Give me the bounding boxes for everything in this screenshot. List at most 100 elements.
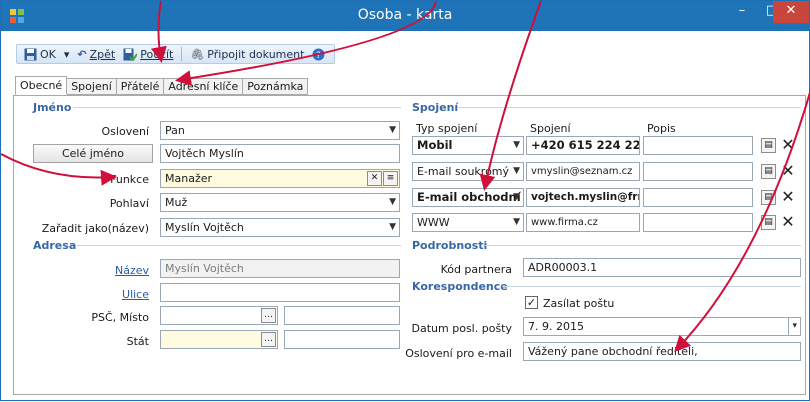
- chevron-down-icon: ▼: [513, 217, 520, 227]
- contact-type-value: E-mail soukromý: [417, 165, 510, 178]
- list-picker-icon[interactable]: ≡: [383, 171, 398, 186]
- ulice-link[interactable]: Ulice: [122, 288, 149, 301]
- back-label: Zpět: [89, 47, 116, 61]
- chevron-down-icon: ▾: [788, 318, 797, 335]
- contact-type-value: WWW: [417, 216, 450, 229]
- delete-icon[interactable]: ✕: [780, 189, 796, 206]
- contact-value-field[interactable]: vojtech.myslin@frm.: [526, 188, 640, 207]
- tab-pratele[interactable]: Přátelé: [116, 78, 165, 95]
- contact-popis-field[interactable]: [643, 188, 753, 207]
- delete-icon[interactable]: ✕: [780, 163, 796, 180]
- section-adresa-heading: Adresa: [33, 239, 77, 252]
- minimize-button[interactable]: –: [727, 1, 757, 23]
- apply-button[interactable]: Použít: [120, 45, 176, 63]
- stat-label: Stát: [126, 335, 149, 348]
- contact-value-field[interactable]: www.firma.cz: [526, 213, 640, 232]
- pohlavi-value: Muž: [165, 196, 188, 209]
- attach-document-label: Připojit dokument: [207, 47, 305, 61]
- delete-icon[interactable]: ✕: [780, 137, 796, 154]
- full-name-button[interactable]: Celé jméno: [33, 144, 153, 163]
- contact-type-value: Mobil: [417, 138, 453, 152]
- section-podrobnosti-heading: Podrobnosti: [412, 239, 488, 252]
- chevron-down-icon: ▾: [63, 47, 70, 61]
- svg-text:?: ?: [317, 51, 322, 61]
- osloveni-email-label: Oslovení pro e-mail: [405, 347, 512, 360]
- full-name-field[interactable]: Vojtěch Myslín: [160, 144, 400, 163]
- contact-type-value: E-mail obchodní: [417, 190, 521, 204]
- kod-partnera-label: Kód partnera: [440, 263, 512, 276]
- title-bar: Osoba - karta – □ ✕: [1, 1, 809, 31]
- close-button[interactable]: ✕: [773, 1, 809, 23]
- zaradit-select[interactable]: Myslín Vojtěch ▼: [160, 218, 400, 237]
- back-button[interactable]: ↶ Zpět: [74, 45, 118, 63]
- kod-partnera-field[interactable]: ADR00003.1: [523, 258, 801, 277]
- contact-detail-icon[interactable]: ▤: [761, 215, 776, 230]
- chevron-down-icon: ▼: [389, 222, 396, 232]
- contact-detail-icon[interactable]: ▤: [761, 138, 776, 153]
- delete-icon[interactable]: ✕: [780, 214, 796, 231]
- contact-value-field[interactable]: +420 615 224 225: [526, 136, 640, 155]
- contact-type-select[interactable]: Mobil ▼: [412, 136, 524, 155]
- tab-obecne[interactable]: Obecné: [15, 76, 68, 95]
- tab-adresni-klice[interactable]: Adresní klíče: [164, 78, 244, 95]
- help-button[interactable]: ?: [309, 45, 328, 63]
- osloveni-value: Pan: [165, 124, 185, 137]
- psc-misto-label: PSČ, Místo: [91, 311, 149, 324]
- col-spojeni-header: Spojení: [530, 122, 571, 135]
- section-divider: [77, 245, 401, 246]
- contact-popis-field[interactable]: [643, 162, 753, 181]
- section-divider: [485, 245, 801, 246]
- chevron-down-icon: ▼: [513, 192, 520, 202]
- ellipsis-icon[interactable]: …: [261, 332, 276, 347]
- ok-button[interactable]: OK: [21, 45, 59, 63]
- clear-icon[interactable]: ✕: [367, 171, 382, 186]
- pohlavi-label: Pohlaví: [109, 197, 149, 210]
- ok-label: OK: [40, 47, 56, 61]
- osloveni-label: Oslovení: [101, 125, 149, 138]
- contact-type-select[interactable]: WWW ▼: [412, 213, 524, 232]
- contact-detail-icon[interactable]: ▤: [761, 190, 776, 205]
- funkce-label: Funkce: [110, 173, 149, 186]
- contact-type-select[interactable]: E-mail soukromý ▼: [412, 162, 524, 181]
- window-title: Osoba - karta: [357, 7, 453, 23]
- ellipsis-icon[interactable]: …: [261, 308, 276, 323]
- zasilat-postu-checkbox[interactable]: ✓: [525, 296, 538, 309]
- contact-detail-icon[interactable]: ▤: [761, 164, 776, 179]
- nazev-field[interactable]: Myslín Vojtěch: [160, 259, 400, 278]
- contact-popis-field[interactable]: [643, 136, 753, 155]
- datum-value: 7. 9. 2015: [528, 320, 584, 333]
- funkce-value: Manažer: [165, 172, 213, 185]
- osloveni-email-field[interactable]: Vážený pane obchodní řediteli,: [523, 342, 801, 361]
- pohlavi-select[interactable]: Muž ▼: [160, 193, 400, 212]
- funkce-field[interactable]: Manažer: [160, 169, 400, 188]
- tab-spojeni[interactable]: Spojení: [67, 78, 117, 95]
- person-card-window: Osoba - karta – □ ✕ OK ▾ ↶ Zpět Použít 🖇…: [0, 0, 810, 401]
- contact-popis-field[interactable]: [643, 213, 753, 232]
- nazev-link[interactable]: Název: [115, 264, 149, 277]
- ulice-field[interactable]: [160, 283, 400, 302]
- datum-posl-posty-select[interactable]: 7. 9. 2015 ▾: [523, 317, 801, 336]
- undo-icon: ↶: [77, 47, 87, 61]
- datum-posl-posty-label: Datum posl. pošty: [411, 322, 512, 335]
- zaradit-label: Zařadit jako(název): [41, 222, 149, 235]
- attach-document-button[interactable]: 🖇 Připojit dokument: [187, 45, 307, 63]
- osloveni-select[interactable]: Pan ▼: [160, 121, 400, 140]
- chevron-down-icon: ▼: [389, 197, 396, 207]
- toolbar: OK ▾ ↶ Zpět Použít 🖇 Připojit dokument ?: [2, 31, 808, 73]
- paperclip-icon: 🖇: [190, 47, 205, 61]
- stat-extra-field[interactable]: [284, 330, 400, 349]
- section-korespondence-heading: Korespondence: [412, 280, 508, 293]
- section-divider: [502, 286, 801, 287]
- section-divider: [458, 107, 801, 108]
- tab-strip: Obecné Spojení Přátelé Adresní klíče Poz…: [15, 76, 309, 95]
- section-divider: [73, 107, 401, 108]
- help-icon: ?: [312, 48, 325, 61]
- zasilat-postu-label: Zasílat poštu: [543, 297, 615, 310]
- contact-value-field[interactable]: vmyslin@seznam.cz: [526, 162, 640, 181]
- ok-dropdown-button[interactable]: ▾: [61, 45, 73, 63]
- section-spojeni-heading: Spojení: [412, 101, 459, 114]
- col-typ-header: Typ spojení: [416, 122, 478, 135]
- tab-poznamka[interactable]: Poznámka: [243, 78, 309, 95]
- contact-type-select[interactable]: E-mail obchodní ▼: [412, 188, 524, 207]
- misto-field[interactable]: [284, 306, 400, 325]
